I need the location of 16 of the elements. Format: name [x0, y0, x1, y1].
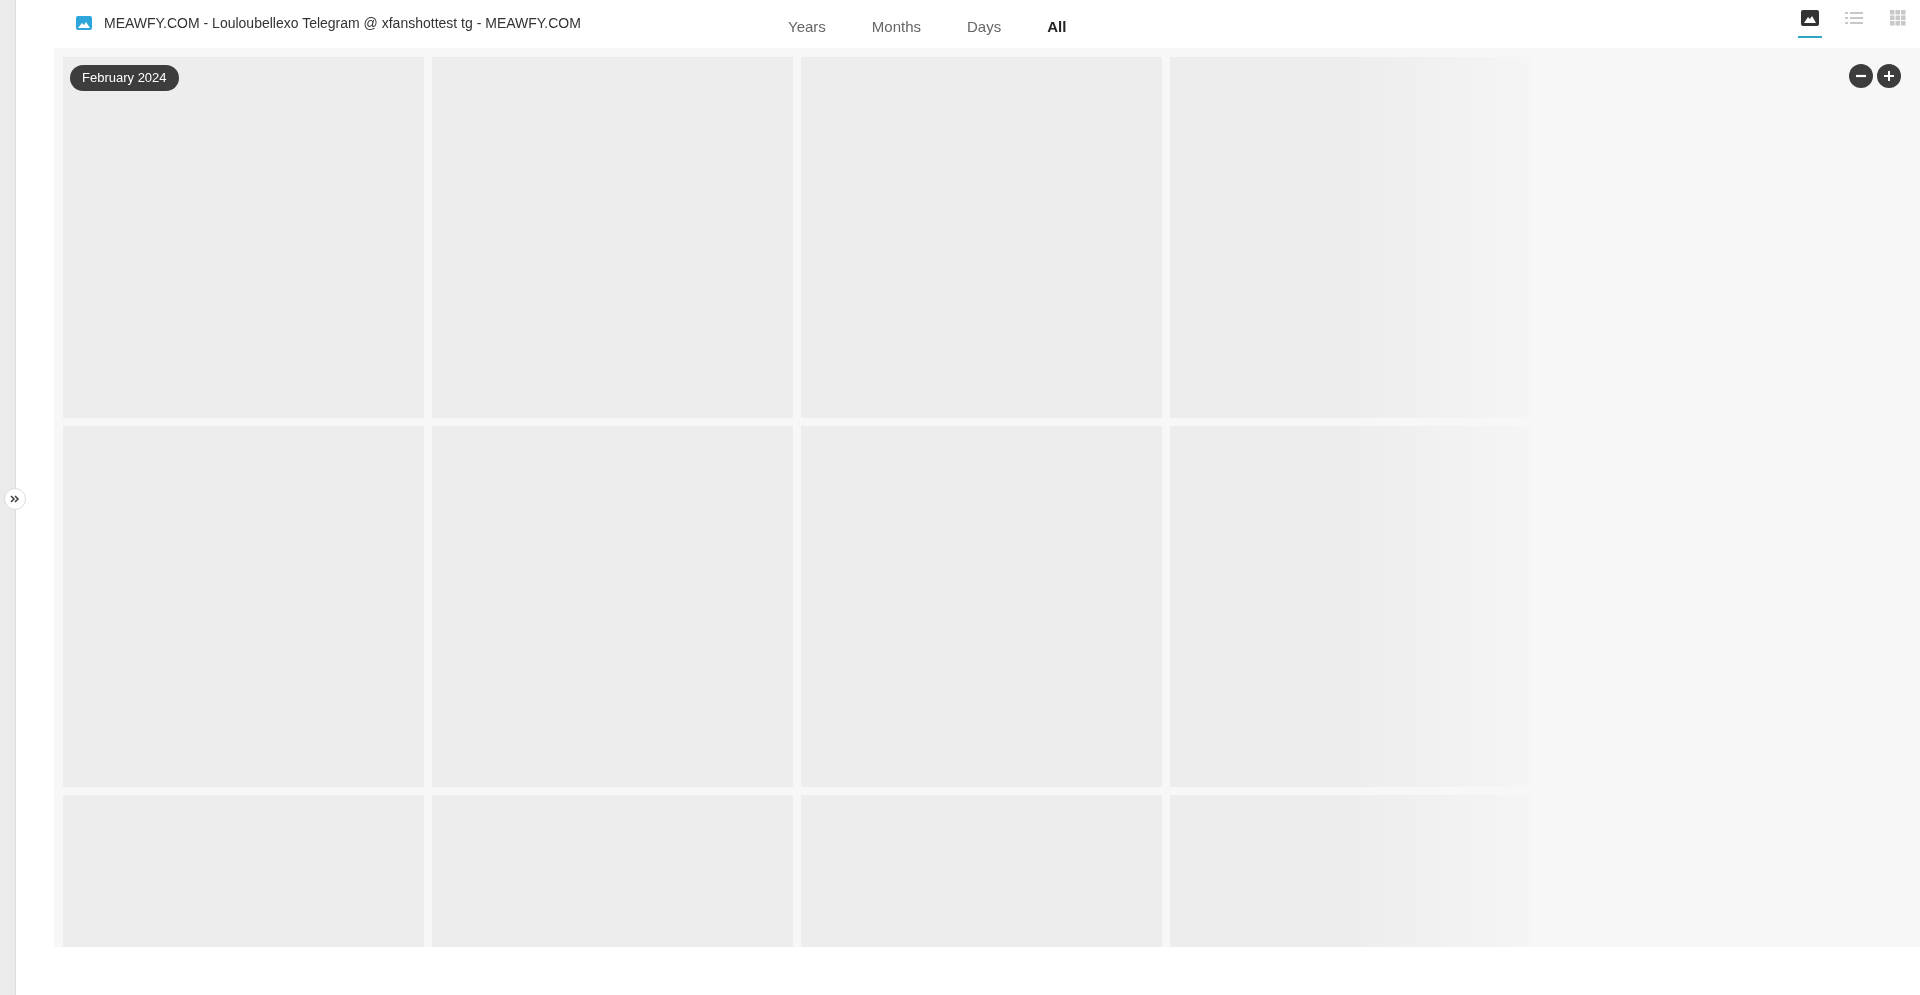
- expand-sidebar-button[interactable]: [4, 488, 26, 510]
- plus-icon: [1883, 70, 1895, 82]
- image-icon: [1801, 10, 1819, 26]
- view-tab[interactable]: Years: [788, 3, 826, 51]
- view-tab[interactable]: Months: [871, 3, 921, 51]
- zoom-in-button[interactable]: [1877, 64, 1901, 88]
- view-tab[interactable]: Days: [967, 3, 1002, 51]
- photo-placeholder[interactable]: [63, 57, 424, 418]
- date-badge: February 2024: [70, 65, 179, 91]
- grid-icon: [1890, 10, 1906, 26]
- view-mode-button[interactable]: [1798, 10, 1822, 38]
- list-icon: [1845, 10, 1863, 26]
- image-icon: [76, 16, 92, 30]
- zoom-out-button[interactable]: [1849, 64, 1873, 88]
- double-chevron-icon: [10, 495, 20, 503]
- album-title: MEAWFY.COM - Louloubellexo Telegram @ xfanshottest tg - MEAWFY.COM: [104, 13, 581, 33]
